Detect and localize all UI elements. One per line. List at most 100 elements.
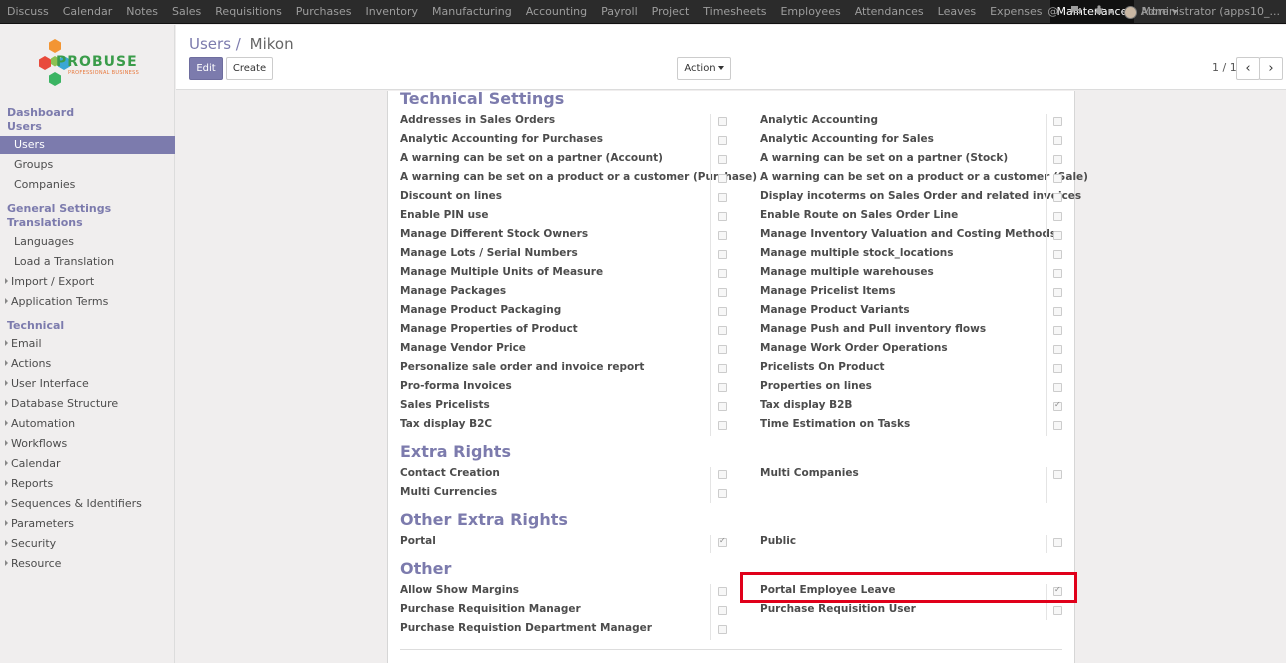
field-checkbox[interactable] xyxy=(718,117,727,126)
field-checkbox[interactable] xyxy=(1053,117,1062,126)
field-checkbox[interactable] xyxy=(1053,231,1062,240)
field-checkbox[interactable] xyxy=(718,345,727,354)
field-checkbox[interactable] xyxy=(1053,155,1062,164)
sidebar-item-email[interactable]: Email xyxy=(0,335,175,353)
menu-item-project[interactable]: Project xyxy=(645,0,697,24)
bug-icon[interactable] xyxy=(1088,0,1120,24)
sidebar-item-automation[interactable]: Automation xyxy=(0,415,175,433)
field-checkbox[interactable] xyxy=(1053,326,1062,335)
field-checkbox[interactable] xyxy=(718,326,727,335)
menu-item-discuss[interactable]: Discuss xyxy=(0,0,56,24)
field-checkbox[interactable] xyxy=(1053,269,1062,278)
field-checkbox[interactable] xyxy=(718,402,727,411)
field-checkbox[interactable] xyxy=(718,536,727,547)
menu-item-notes[interactable]: Notes xyxy=(119,0,165,24)
create-button[interactable]: Create xyxy=(226,57,273,80)
caret-right-icon xyxy=(5,460,8,466)
menu-item-expenses[interactable]: Expenses xyxy=(983,0,1049,24)
sidebar-item-database-structure[interactable]: Database Structure xyxy=(0,395,175,413)
sidebar-item-companies[interactable]: Companies xyxy=(0,176,175,194)
menu-item-requisitions[interactable]: Requisitions xyxy=(208,0,289,24)
field-checkbox[interactable] xyxy=(718,364,727,373)
edit-button[interactable]: Edit xyxy=(189,57,223,80)
section-translations[interactable]: Translations xyxy=(7,216,83,229)
field-checkbox[interactable] xyxy=(1053,606,1062,615)
field-checkbox[interactable] xyxy=(718,587,727,596)
field-checkbox[interactable] xyxy=(1053,400,1062,411)
field-checkbox[interactable] xyxy=(718,212,727,221)
field-checkbox[interactable] xyxy=(718,231,727,240)
field-checkbox[interactable] xyxy=(718,421,727,430)
section-technical[interactable]: Technical xyxy=(7,319,64,332)
sidebar-item-sequences[interactable]: Sequences & Identifiers xyxy=(0,495,175,513)
pager-next-button[interactable]: › xyxy=(1259,57,1283,80)
sidebar-item-parameters[interactable]: Parameters xyxy=(0,515,175,533)
field-checkbox[interactable] xyxy=(718,383,727,392)
field-checkbox[interactable] xyxy=(1053,307,1062,316)
sidebar-item-users[interactable]: Users xyxy=(0,136,175,154)
field-checkbox[interactable] xyxy=(1053,136,1062,145)
field-label: A warning can be set on a partner (Accou… xyxy=(400,152,663,164)
field-checkbox[interactable] xyxy=(718,155,727,164)
field-checkbox[interactable] xyxy=(718,288,727,297)
sidebar-item-resource[interactable]: Resource xyxy=(0,555,175,573)
menu-item-sales[interactable]: Sales xyxy=(165,0,208,24)
field-checkbox[interactable] xyxy=(718,250,727,259)
at-icon[interactable]: @ xyxy=(1041,0,1064,24)
field-checkbox[interactable] xyxy=(1053,470,1062,479)
sidebar-item-reports[interactable]: Reports xyxy=(0,475,175,493)
field-checkbox[interactable] xyxy=(718,174,727,183)
field-checkbox[interactable] xyxy=(718,193,727,202)
pager-previous-button[interactable]: ‹ xyxy=(1236,57,1260,80)
field-checkbox[interactable] xyxy=(1053,364,1062,373)
sidebar-item-calendar[interactable]: Calendar xyxy=(0,455,175,473)
breadcrumb-parent[interactable]: Users xyxy=(189,35,231,53)
section-dashboard[interactable]: Dashboard xyxy=(7,106,74,119)
field-checkbox[interactable] xyxy=(1053,174,1062,183)
field-checkbox[interactable] xyxy=(1053,250,1062,259)
field-checkbox[interactable] xyxy=(1053,383,1062,392)
sidebar-item-application-terms[interactable]: Application Terms xyxy=(0,293,175,311)
menu-item-employees[interactable]: Employees xyxy=(773,0,847,24)
field-checkbox[interactable] xyxy=(1053,345,1062,354)
field-checkbox[interactable] xyxy=(1053,193,1062,202)
sidebar-item-security[interactable]: Security xyxy=(0,535,175,553)
field-checkbox[interactable] xyxy=(718,489,727,498)
sidebar-item-user-interface[interactable]: User Interface xyxy=(0,375,175,393)
field-checkbox[interactable] xyxy=(1053,421,1062,430)
menu-item-accounting[interactable]: Accounting xyxy=(519,0,594,24)
field-checkbox[interactable] xyxy=(718,136,727,145)
caret-right-icon xyxy=(5,400,8,406)
field-label: Contact Creation xyxy=(400,467,500,479)
field-checkbox[interactable] xyxy=(718,307,727,316)
sidebar-item-actions[interactable]: Actions xyxy=(0,355,175,373)
menu-item-attendances[interactable]: Attendances xyxy=(848,0,931,24)
field-label: Manage Product Packaging xyxy=(400,304,562,316)
field-checkbox[interactable] xyxy=(718,470,727,479)
menu-item-timesheets[interactable]: Timesheets xyxy=(696,0,773,24)
menu-item-purchases[interactable]: Purchases xyxy=(289,0,359,24)
menu-item-inventory[interactable]: Inventory xyxy=(358,0,425,24)
menu-item-payroll[interactable]: Payroll xyxy=(594,0,645,24)
field-checkbox[interactable] xyxy=(718,625,727,634)
field-checkbox[interactable] xyxy=(718,606,727,615)
sidebar-item-workflows[interactable]: Workflows xyxy=(0,435,175,453)
menu-item-leaves[interactable]: Leaves xyxy=(931,0,983,24)
field-label: Sales Pricelists xyxy=(400,399,490,411)
field-checkbox[interactable] xyxy=(718,269,727,278)
sidebar-item-groups[interactable]: Groups xyxy=(0,156,175,174)
sidebar-item-import-export[interactable]: Import / Export xyxy=(0,273,175,291)
menu-item-calendar[interactable]: Calendar xyxy=(56,0,119,24)
field-checkbox[interactable] xyxy=(1053,288,1062,297)
sidebar-item-load-translation[interactable]: Load a Translation xyxy=(0,253,175,271)
section-general-settings[interactable]: General Settings xyxy=(7,202,111,215)
field-checkbox[interactable] xyxy=(1053,212,1062,221)
section-users[interactable]: Users xyxy=(7,120,42,133)
field-checkbox[interactable] xyxy=(1053,538,1062,547)
menu-item-manufacturing[interactable]: Manufacturing xyxy=(425,0,519,24)
user-menu[interactable]: Administrator (apps10_... xyxy=(1120,0,1286,24)
sidebar-item-languages[interactable]: Languages xyxy=(0,233,175,251)
chat-icon[interactable] xyxy=(1064,0,1088,24)
action-dropdown[interactable]: Action xyxy=(677,57,731,80)
field-label: Purchase Requisition Manager xyxy=(400,603,581,615)
